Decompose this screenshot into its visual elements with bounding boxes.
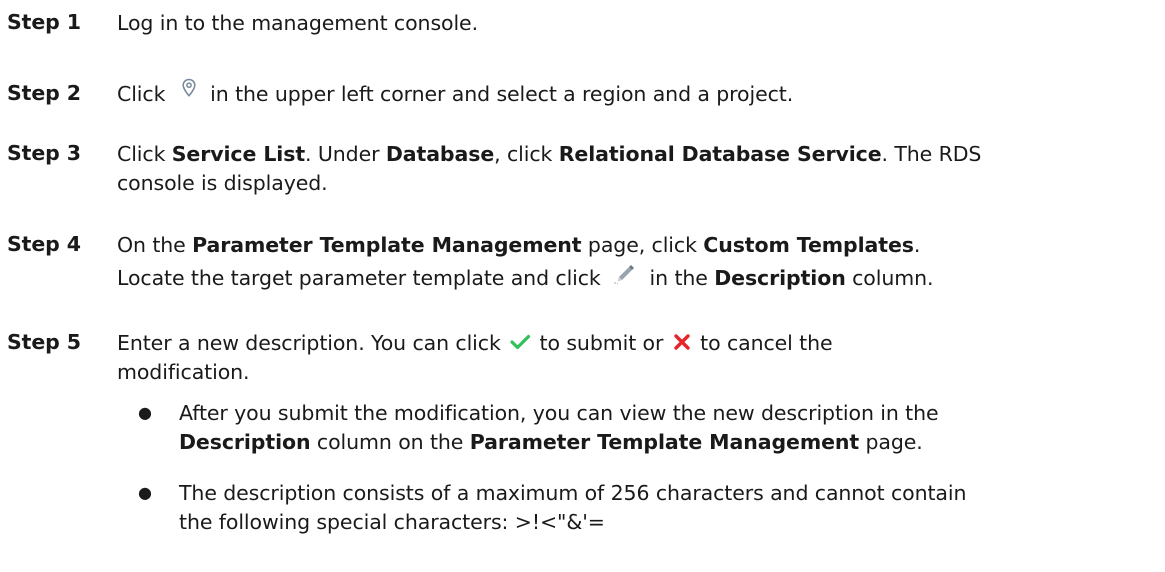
step-text: Enter a new description. You can click t… — [117, 331, 833, 355]
step-text: console is displayed. — [117, 171, 328, 195]
step-text: modification. — [117, 360, 250, 384]
step-label: Step 3 — [7, 141, 81, 165]
step-text: Locate the target parameter template and… — [117, 265, 934, 291]
step-label: Step 1 — [7, 10, 81, 34]
bullet-icon: ● — [138, 403, 152, 422]
step-text: On the Parameter Template Management pag… — [117, 233, 921, 257]
step-label: Step 2 — [7, 81, 81, 105]
checkmark-icon — [509, 331, 531, 353]
step-text: Click in the upper left corner and selec… — [117, 78, 793, 107]
bullet-icon: ● — [138, 483, 152, 502]
step-label: Step 5 — [7, 330, 81, 354]
step-text: Click Service List. Under Database, clic… — [117, 142, 982, 166]
location-pin-icon — [176, 75, 202, 101]
cross-icon — [672, 332, 692, 352]
step-text: Log in to the management console. — [117, 11, 478, 35]
step-label: Step 4 — [7, 232, 81, 256]
pencil-edit-icon — [611, 260, 637, 286]
